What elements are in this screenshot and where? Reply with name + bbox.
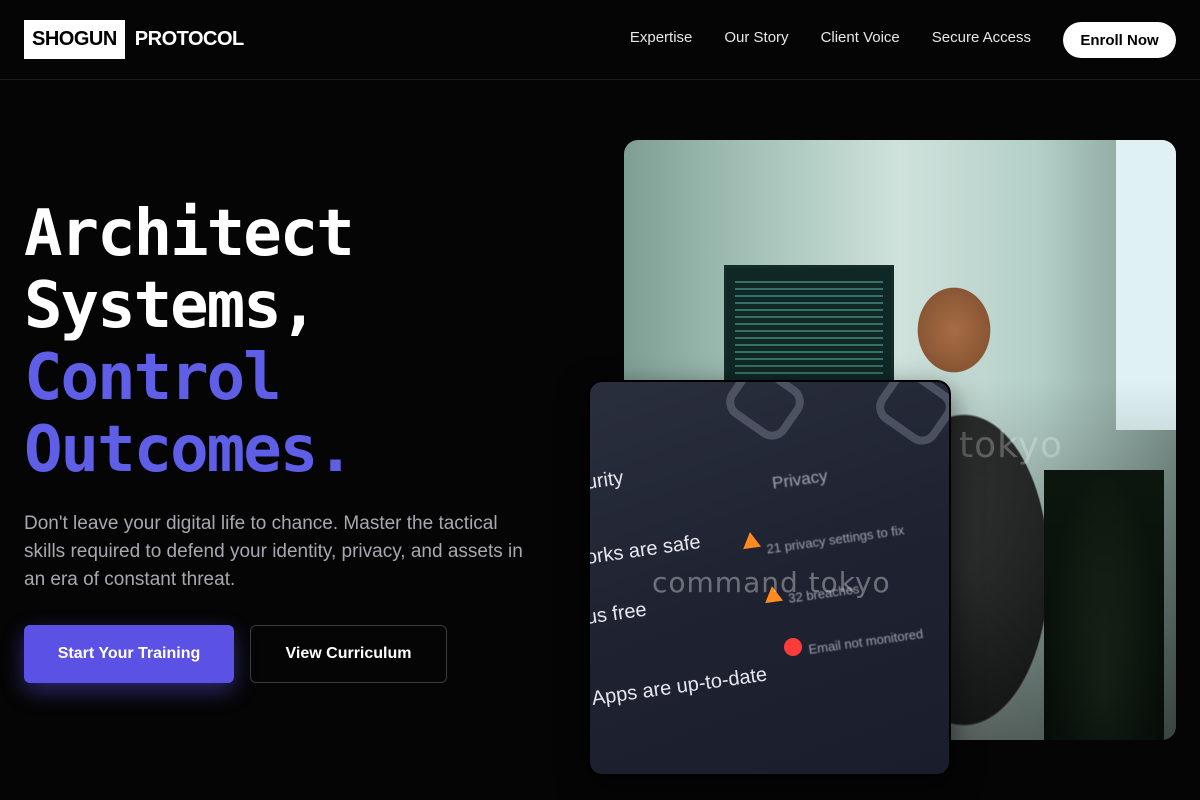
headline-line-2: Systems, xyxy=(24,269,318,343)
logo-text: PROTOCOL xyxy=(134,28,244,50)
view-curriculum-button[interactable]: View Curriculum xyxy=(250,625,447,683)
warning-icon xyxy=(740,530,762,550)
screen-text-apps: Apps are up-to-date xyxy=(590,663,769,710)
screen-text-email: Email not monitored xyxy=(807,626,925,657)
error-icon xyxy=(784,638,802,656)
nav-link-our-story[interactable]: Our Story xyxy=(724,29,788,46)
logo-box: SHOGUN xyxy=(24,20,125,59)
hero-headline: Architect Systems, Control Outcomes. xyxy=(24,197,355,487)
screen-text-privacy-settings: 21 privacy settings to fix xyxy=(765,522,906,557)
hero-lead: Don't leave your digital life to chance.… xyxy=(24,513,523,590)
nav-link-secure-access[interactable]: Secure Access xyxy=(932,29,1031,46)
screen-text-security: urity xyxy=(588,466,625,494)
headline-line-4: Outcomes. xyxy=(24,413,355,487)
blurred-lock-icon xyxy=(869,382,949,452)
top-navbar: SHOGUN PROTOCOL Expertise Our Story Clie… xyxy=(0,0,1200,80)
enroll-button[interactable]: Enroll Now xyxy=(1063,22,1176,58)
nav-link-client-voice[interactable]: Client Voice xyxy=(821,29,900,46)
photo-watermark-2: command tokyo xyxy=(652,566,891,599)
nav-link-expertise[interactable]: Expertise xyxy=(630,29,693,46)
headline-line-1: Architect xyxy=(24,197,355,271)
screen-text-networks: orks are safe xyxy=(588,531,702,569)
photo-watermark: tokyo xyxy=(959,425,1064,466)
screen-text-virus: us free xyxy=(588,598,649,629)
start-training-button[interactable]: Start Your Training xyxy=(24,625,234,683)
brand-logo[interactable]: SHOGUN PROTOCOL xyxy=(24,20,244,59)
headline-line-3: Control xyxy=(24,341,282,415)
nav-links: Expertise Our Story Client Voice Secure … xyxy=(630,29,1031,46)
hero-photo-security-screen: urity Privacy orks are safe 21 privacy s… xyxy=(588,380,951,776)
screen-text-privacy: Privacy xyxy=(770,466,829,493)
blurred-shield-icon xyxy=(719,382,811,447)
